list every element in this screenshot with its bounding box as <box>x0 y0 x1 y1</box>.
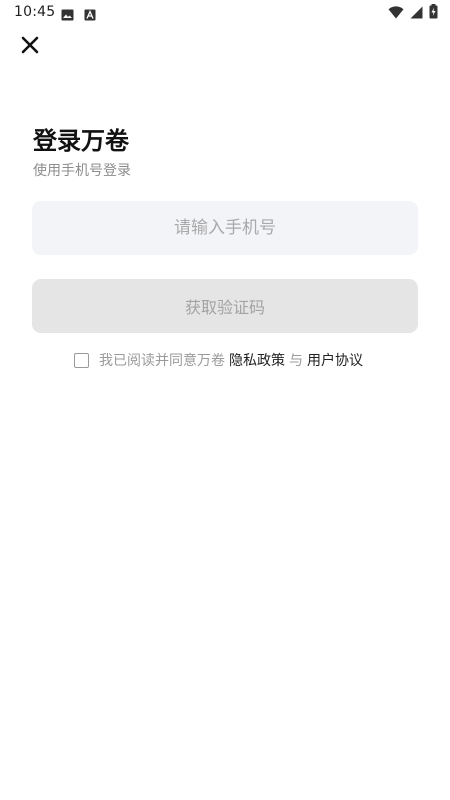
status-time: 10:45 <box>14 4 56 20</box>
close-icon <box>21 36 39 58</box>
page-subtitle: 使用手机号登录 <box>33 163 131 179</box>
phone-input[interactable] <box>32 201 418 255</box>
agreement-prefix: 我已阅读并同意万卷 <box>99 353 225 369</box>
close-button[interactable] <box>18 35 42 59</box>
privacy-policy-link[interactable]: 隐私政策 <box>229 350 285 370</box>
signal-icon <box>410 4 423 23</box>
wifi-icon <box>388 4 404 23</box>
status-right-icons <box>388 4 438 23</box>
page-title: 登录万卷 <box>33 127 129 155</box>
image-icon <box>61 6 74 25</box>
battery-charging-icon <box>429 4 438 23</box>
status-bar: 10:45 <box>0 0 450 24</box>
agreement-checkbox[interactable] <box>74 352 89 368</box>
status-left-icons <box>61 6 96 25</box>
user-agreement-link[interactable]: 用户协议 <box>307 350 363 370</box>
font-icon <box>84 6 96 25</box>
get-code-button[interactable]: 获取验证码 <box>32 279 418 333</box>
agreement-row: 我已阅读并同意万卷 隐私政策 与 用户协议 <box>74 350 367 370</box>
agreement-connector: 与 <box>289 353 303 369</box>
